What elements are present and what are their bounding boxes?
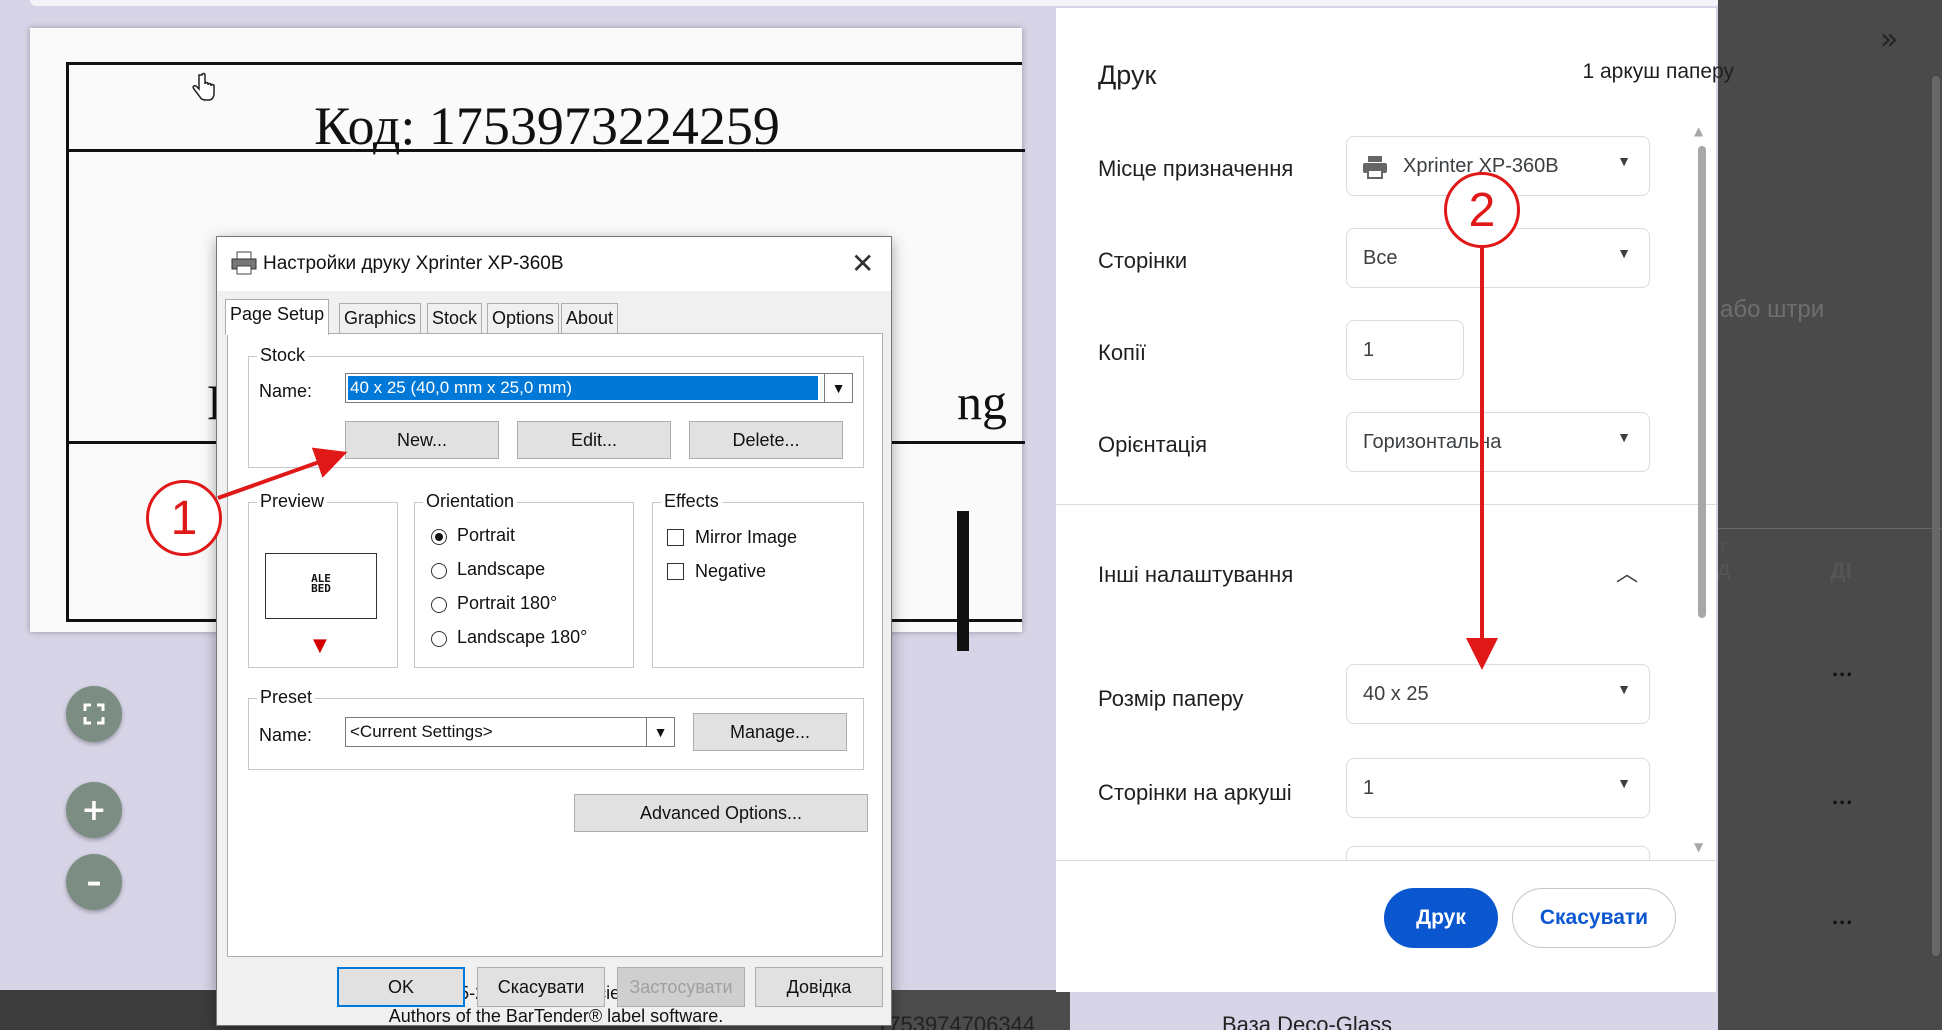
annotation-arrow-1	[217, 447, 348, 500]
annotation-marker-1: 1	[146, 480, 222, 556]
annotation-arrows	[217, 248, 1498, 670]
tab-page-setup[interactable]: Page Setup	[225, 299, 330, 335]
annotation-marker-2: 2	[1444, 172, 1520, 248]
